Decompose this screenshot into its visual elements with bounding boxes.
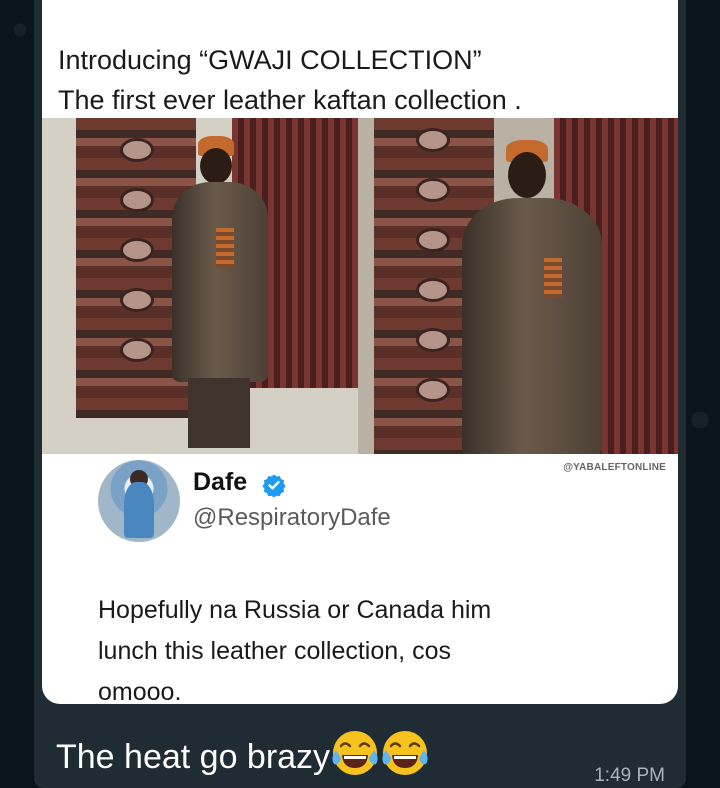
verified-badge-icon	[262, 474, 286, 497]
fashion-photo[interactable]	[42, 118, 678, 454]
headline-line-2: The first ever leather kaftan collection…	[58, 85, 522, 115]
leather-kaftan	[172, 182, 268, 382]
avatar[interactable]	[98, 460, 180, 542]
photo-panel-left	[42, 118, 358, 454]
head	[508, 152, 546, 198]
tweet-line-2: lunch this leather collection, cos	[98, 637, 451, 665]
leather-kaftan	[462, 198, 602, 454]
tweet-line-3: omooo.	[98, 678, 182, 706]
rug-medallion	[120, 338, 154, 362]
rug-medallion	[416, 378, 450, 402]
message-caption: The heat go brazy	[56, 728, 430, 778]
tweet-text: Hopefully na Russia or Canada him lunch …	[98, 590, 658, 713]
rug-medallion	[416, 278, 450, 302]
rug-medallion	[120, 238, 154, 262]
rug-medallion	[416, 178, 450, 202]
tweet-handle[interactable]: @RespiratoryDafe	[193, 504, 391, 532]
kaftan-embroidery	[216, 228, 234, 268]
trousers	[188, 378, 250, 448]
post-headline: Introducing “GWAJI COLLECTION” The first…	[58, 40, 658, 120]
kaftan-embroidery	[544, 258, 562, 298]
face-with-tears-of-joy-icon	[382, 731, 428, 775]
rug-medallion	[416, 228, 450, 252]
rug-medallion	[120, 288, 154, 312]
caption-text: The heat go brazy	[56, 738, 331, 776]
headline-line-1: Introducing “GWAJI COLLECTION”	[58, 45, 482, 75]
tweet-author-name[interactable]: Dafe	[193, 468, 247, 497]
head	[200, 148, 232, 184]
photo-watermark: @YABALEFTONLINE	[563, 462, 666, 473]
rug-medallion	[416, 328, 450, 352]
photo-panel-right	[358, 118, 678, 454]
avatar-figure	[124, 482, 154, 538]
rug-medallion	[120, 138, 154, 162]
rug-medallion	[416, 128, 450, 152]
tweet-line-1: Hopefully na Russia or Canada him	[98, 596, 492, 624]
face-with-tears-of-joy-icon	[332, 731, 378, 775]
message-timestamp: 1:49 PM	[594, 765, 665, 786]
rug-medallion	[120, 188, 154, 212]
